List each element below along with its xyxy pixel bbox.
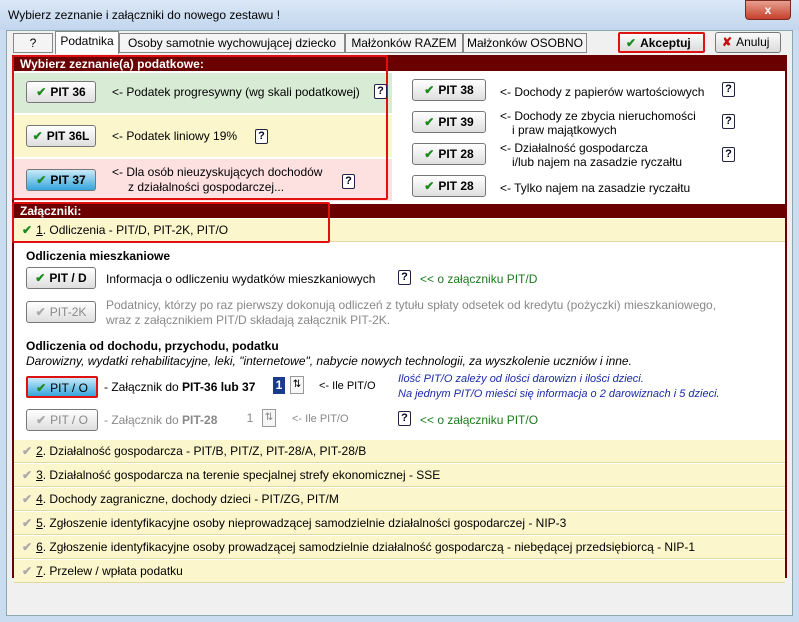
attachment-item-5[interactable]: ✔ 5. Zgłoszenie identyfikacyjne osoby nie… (14, 512, 785, 535)
accept-button[interactable]: ✔ Akceptuj (618, 32, 705, 53)
pito-note1: Ilość PIT/O zależy od ilości darowizn i … (398, 373, 644, 385)
pit37-desc: <- Dla osób nieuzyskujących dochodów (112, 165, 323, 179)
pit36l-desc: <- Podatek liniowy 19% (112, 129, 238, 143)
pito-pit28-count-input[interactable]: 1 (244, 410, 256, 427)
pit28-rent-button[interactable]: ✔ PIT 28 (412, 175, 486, 197)
pito-link[interactable]: << o załączniku PIT/O (420, 413, 538, 427)
pit37-desc2: z działalności gospodarczej... (128, 180, 285, 194)
attachment-item-7[interactable]: ✔ 7. Przelew / wpłata podatku (14, 560, 785, 583)
pit28-button[interactable]: ✔ PIT 28 (412, 143, 486, 165)
tab-podatnika[interactable]: Podatnika (55, 31, 119, 54)
attachments-highlight (12, 202, 330, 243)
tab-single-parent[interactable]: Osoby samotnie wychowującej dziecko (119, 33, 345, 53)
pito-pit28-desc: - Załącznik do PIT-28 (104, 413, 218, 427)
pito-desc: - Załącznik do PIT-36 lub 37 (104, 380, 256, 394)
help-icon[interactable]: ? (398, 270, 411, 285)
pit38-desc: <- Dochody z papierów wartościowych (500, 85, 705, 99)
pit2k-button[interactable]: ✔ PIT-2K (26, 301, 96, 323)
help-icon[interactable]: ? (255, 129, 268, 144)
main-panel: Wybierz zeznanie(a) podatkowe: ✔ PIT 36 <… (12, 55, 787, 583)
attachment-item-6[interactable]: ✔ 6. Zgłoszenie identyfikacyjne osoby pro… (14, 536, 785, 559)
pit39-button[interactable]: ✔ PIT 39 (412, 111, 486, 133)
pito-button[interactable]: ✔ PIT / O (26, 376, 98, 398)
pit28-desc: <- Działalność gospodarcza (500, 141, 648, 155)
pit28-rent-desc: <- Tylko najem na zasadzie ryczałtu (500, 181, 691, 195)
attachment-item-3[interactable]: ✔ 3. Działalność gospodarcza na terenie s… (14, 464, 785, 487)
housing-title: Odliczenia mieszkaniowe (26, 249, 171, 263)
tab-spouses-separate[interactable]: Małżonków OSOBNO (463, 33, 587, 53)
pito-count-label: <- Ile PIT/O (319, 380, 376, 392)
pitd-desc: Informacja o odliczeniu wydatków mieszka… (106, 272, 376, 286)
help-icon[interactable]: ? (342, 174, 355, 189)
help-icon[interactable]: ? (398, 411, 411, 426)
pit38-button[interactable]: ✔ PIT 38 (412, 79, 486, 101)
pit39-desc: <- Dochody ze zbycia nieruchomości (500, 109, 696, 123)
pit2k-desc: Podatnicy, którzy po raz pierwszy dokonu… (106, 298, 717, 312)
pit28-desc2: i/lub najem na zasadzie ryczałtu (512, 155, 683, 169)
tab-spouses-joint[interactable]: Małżonków RAZEM (345, 33, 463, 53)
help-icon[interactable]: ? (722, 147, 735, 162)
pito-count-input[interactable]: 1 (273, 377, 285, 394)
attachment-item-2[interactable]: ✔ 2. Działalność gospodarcza - PIT/B, PIT… (14, 440, 785, 463)
income-title: Odliczenia od dochodu, przychodu, podatk… (26, 339, 279, 353)
pito-pit28-button[interactable]: ✔ PIT / O (26, 409, 98, 431)
window-title: Wybierz zeznanie i załączniki do nowego … (8, 8, 281, 22)
pit2k-desc2: wraz z załącznikiem PIT/D składają załąc… (106, 313, 391, 327)
income-subtitle: Darowizny, wydatki rehabilitacyjne, leki… (26, 354, 632, 368)
pit36-desc: <- Podatek progresywny (wg skali podatko… (112, 85, 360, 99)
help-icon[interactable]: ? (374, 84, 387, 99)
check-icon: ✔ (626, 36, 637, 50)
pito-pit28-count-spinner[interactable]: ⇅ (262, 409, 276, 427)
pit37-button[interactable]: ✔ PIT 37 (26, 169, 96, 191)
help-icon[interactable]: ? (722, 114, 735, 129)
x-icon: ✘ (722, 35, 733, 49)
close-button[interactable]: x (745, 0, 791, 20)
pitd-button[interactable]: ✔ PIT / D (26, 267, 96, 289)
pit36-button[interactable]: ✔ PIT 36 (26, 81, 96, 103)
tab-help[interactable]: ? (13, 33, 53, 53)
attachment-item-4[interactable]: ✔ 4. Dochody zagraniczne, dochody dzieci … (14, 488, 785, 511)
pito-pit28-count-label: <- Ile PIT/O (292, 413, 349, 425)
cancel-button[interactable]: ✘ Anuluj (715, 32, 781, 53)
help-icon[interactable]: ? (722, 82, 735, 97)
pit36l-button[interactable]: ✔ PIT 36L (26, 125, 96, 147)
pito-note2: Na jednym PIT/O mieści się informacja o … (398, 388, 720, 400)
pitd-link[interactable]: << o załączniku PIT/D (420, 272, 537, 286)
pit39-desc2: i praw majątkowych (512, 123, 617, 137)
pito-count-spinner[interactable]: ⇅ (290, 376, 304, 394)
